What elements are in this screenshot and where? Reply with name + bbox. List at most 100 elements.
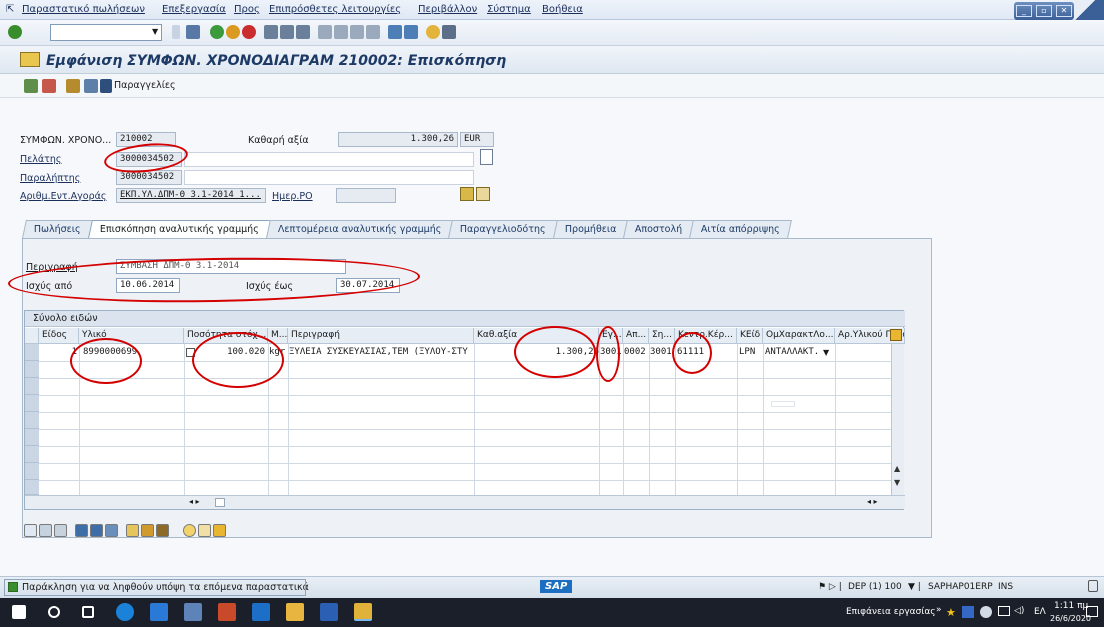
find-icon[interactable] [280,25,294,39]
net-value-field[interactable]: 1.300,26 [338,132,458,147]
last-page-icon[interactable] [366,25,380,39]
store-app-icon[interactable] [150,603,168,621]
row-selector[interactable] [25,446,39,463]
cell-item-category[interactable]: LPN [739,347,763,357]
tray-app-icon[interactable] [962,606,974,618]
cancel-icon[interactable] [242,25,256,39]
scroll-up-icon[interactable]: ▲ [894,464,900,473]
status-dropdown-icon[interactable]: ▼ | [908,582,921,592]
scroll-right-icon[interactable]: ◂ ▸ [867,497,878,506]
currency-field[interactable]: EUR [460,132,494,147]
menu-environment[interactable]: Περιβάλλον [418,4,477,15]
schedule-lines-icon[interactable] [156,524,169,537]
back-arrow-icon[interactable] [172,25,180,39]
lock-icon[interactable] [1088,580,1098,592]
col-item-category[interactable]: ΚΕίδ [737,328,763,344]
cell-storage[interactable]: 0002 [624,347,649,357]
partner-icon[interactable] [198,524,211,537]
display-change-icon[interactable] [24,79,38,93]
menu-extras[interactable]: Επιπρόσθετες λειτουργίες [269,4,401,15]
po-print-icon[interactable] [476,187,490,201]
status-mode[interactable]: INS [998,582,1013,592]
chevron-down-icon[interactable]: ▼ [152,27,158,36]
pricing-icon[interactable] [141,524,154,537]
orders-button[interactable]: Παραγγελίες [114,80,176,91]
network-icon[interactable] [998,606,1010,616]
star-icon[interactable]: ★ [946,606,956,619]
texts-icon[interactable] [213,524,226,537]
deselect-all-icon[interactable] [90,524,103,537]
recipient-label[interactable]: Παραλήπτης [20,173,80,184]
table-settings-icon[interactable] [890,329,902,341]
tab-item-overview[interactable]: Επισκόπηση αναλυτικής γραμμής [87,220,271,238]
print-icon[interactable] [264,25,278,39]
command-field[interactable] [50,24,162,41]
save-icon[interactable] [186,25,200,39]
back-icon[interactable] [210,25,224,39]
po-details-icon[interactable] [460,187,474,201]
screen-menu-icon[interactable] [20,52,40,67]
details-icon[interactable] [24,524,37,537]
language-indicator[interactable]: ΕΛ [1034,607,1046,617]
col-char-group[interactable]: ΟμΧαρακτΛο... [763,328,835,344]
group-dropdown-icon[interactable]: ▼ [823,348,829,357]
sap-logon-icon[interactable] [354,603,372,621]
customer-label[interactable]: Πελάτης [20,154,61,165]
configuration-icon[interactable] [126,524,139,537]
delete-icon[interactable] [42,79,56,93]
scroll-thumb[interactable] [215,498,225,507]
scroll-left-icon[interactable]: ◂ ▸ [189,497,200,506]
row-selector[interactable] [25,344,39,361]
row-selector[interactable] [25,480,39,495]
exit-icon[interactable] [226,25,240,39]
first-page-icon[interactable] [318,25,332,39]
file-explorer-icon[interactable] [286,603,304,621]
notifications-icon[interactable] [1086,606,1098,617]
shortcut-icon[interactable] [404,25,418,39]
find-next-icon[interactable] [296,25,310,39]
task-view-icon[interactable] [82,606,94,618]
menu-exit-icon[interactable]: ⇱ [6,4,14,15]
help-icon[interactable] [426,25,440,39]
tab-ordering-party[interactable]: Παραγγελιοδότης [448,220,558,238]
menu-sales-document[interactable]: Παραστατικό πωλήσεων [22,4,145,15]
header-icon[interactable] [66,79,80,93]
po-date-field[interactable] [336,188,396,203]
row-selector[interactable] [25,412,39,429]
select-all-header[interactable] [25,328,39,344]
close-icon[interactable]: ✕ [1056,5,1072,17]
cell-char-group[interactable]: ΑΝΤΑΛΛΑΚΤ... [765,347,821,357]
clock-time[interactable]: 1:11 πμ [1054,601,1088,611]
horizontal-scrollbar[interactable]: ◂ ▸ ◂ ▸ [25,495,905,509]
minimize-icon[interactable]: _ [1016,5,1032,17]
vertical-scrollbar[interactable]: ▲ ▼ [891,344,904,495]
row-selector[interactable] [25,429,39,446]
tab-item-detail[interactable]: Λεπτομέρεια αναλυτικής γραμμής [265,220,453,238]
document-icon[interactable] [480,149,493,165]
orders-icon[interactable] [100,79,112,93]
po-label[interactable]: Αριθμ.Εντ.Αγοράς [20,191,106,202]
word-icon[interactable] [320,603,338,621]
menu-system[interactable]: Σύστημα [487,4,531,15]
edge-browser-icon[interactable] [116,603,134,621]
scroll-down-icon[interactable]: ▼ [894,478,900,487]
layout-menu-icon[interactable] [442,25,456,39]
tab-shipping[interactable]: Αποστολή [623,220,695,238]
menu-help[interactable]: Βοήθεια [542,4,583,15]
presentation-app-icon[interactable] [218,603,236,621]
po-date-label[interactable]: Ημερ.ΡΟ [272,191,313,202]
col-item[interactable]: Είδος [39,328,79,344]
tab-reason-rejection[interactable]: Αιτία απόρριψης [689,220,793,238]
notes-app-icon[interactable] [184,603,202,621]
tray-security-icon[interactable] [980,606,992,618]
row-selector[interactable] [25,395,39,412]
col-shipping-point[interactable]: Ση... [649,328,675,344]
windows-start-icon[interactable] [12,605,26,619]
search-icon[interactable] [48,606,60,618]
row-selector[interactable] [25,378,39,395]
select-block-icon[interactable] [105,524,118,537]
desktop-toolbar[interactable]: Επιφάνεια εργασίας [846,607,936,617]
insert-row-icon[interactable] [39,524,52,537]
create-session-icon[interactable] [388,25,402,39]
cell-description[interactable]: ΞΥΛΕΙΑ ΣΥΣΚΕΥΑΣΙΑΣ,ΤΕΜ (ΞΥΛΟΥ-ΣΤΥ [289,347,473,357]
